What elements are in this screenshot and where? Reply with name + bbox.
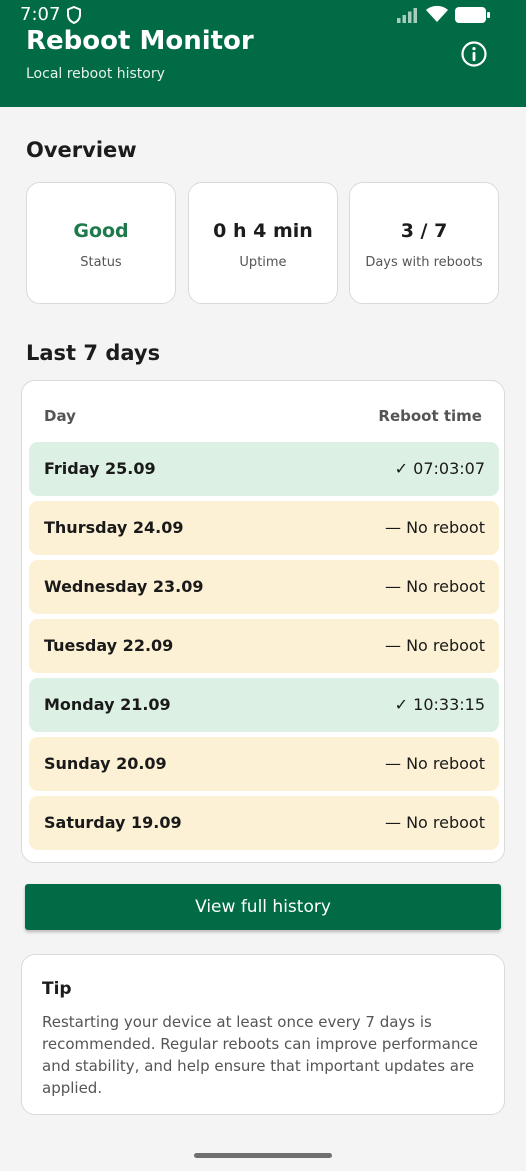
days-table-header: Day Reboot time bbox=[44, 407, 482, 425]
last-days-title: Last 7 days bbox=[26, 341, 161, 365]
wifi-icon bbox=[426, 5, 448, 22]
app-header: 7:07 Reboot Monitor Local reboot history bbox=[0, 0, 526, 107]
column-reboot-time: Reboot time bbox=[378, 407, 482, 425]
table-row: Monday 21.09 ✓ 10:33:15 bbox=[29, 678, 499, 732]
reboot-days-value: 3 / 7 bbox=[400, 220, 448, 242]
status-time: 7:07 bbox=[20, 4, 61, 25]
table-row: Sunday 20.09 — No reboot bbox=[29, 737, 499, 791]
signal-icon bbox=[397, 8, 417, 23]
app-title: Reboot Monitor bbox=[26, 26, 254, 56]
uptime-card: 0 h 4 min Uptime bbox=[188, 182, 338, 304]
status-card: Good Status bbox=[26, 182, 176, 304]
info-icon[interactable] bbox=[460, 40, 488, 68]
status-value: Good bbox=[73, 220, 129, 242]
table-row: Thursday 24.09 — No reboot bbox=[29, 501, 499, 555]
day-name: Friday 25.09 bbox=[44, 459, 156, 478]
reboot-time: ✓ 07:03:07 bbox=[394, 459, 485, 478]
tip-card: Tip Restarting your device at least once… bbox=[21, 954, 505, 1115]
uptime-label: Uptime bbox=[239, 255, 287, 270]
reboot-time: — No reboot bbox=[384, 518, 485, 537]
reboot-time: — No reboot bbox=[384, 754, 485, 773]
day-name: Sunday 20.09 bbox=[44, 754, 167, 773]
day-name: Wednesday 23.09 bbox=[44, 577, 204, 596]
reboot-days-card: 3 / 7 Days with reboots bbox=[349, 182, 499, 304]
battery-icon bbox=[455, 7, 490, 23]
reboot-time: — No reboot bbox=[384, 636, 485, 655]
day-name: Monday 21.09 bbox=[44, 695, 171, 714]
home-indicator[interactable] bbox=[194, 1153, 332, 1158]
view-full-history-button[interactable]: View full history bbox=[25, 884, 501, 930]
reboot-days-label: Days with reboots bbox=[365, 255, 483, 270]
reboot-time: ✓ 10:33:15 bbox=[394, 695, 485, 714]
reboot-time: — No reboot bbox=[384, 577, 485, 596]
table-row: Tuesday 22.09 — No reboot bbox=[29, 619, 499, 673]
day-name: Saturday 19.09 bbox=[44, 813, 182, 832]
shield-icon bbox=[67, 6, 81, 24]
days-table: Day Reboot time Friday 25.09 ✓ 07:03:07 … bbox=[21, 380, 505, 863]
uptime-value: 0 h 4 min bbox=[213, 220, 313, 242]
status-label: Status bbox=[80, 255, 122, 270]
column-day: Day bbox=[44, 407, 76, 425]
day-name: Tuesday 22.09 bbox=[44, 636, 174, 655]
reboot-time: — No reboot bbox=[384, 813, 485, 832]
app-subtitle: Local reboot history bbox=[26, 66, 165, 82]
overview-title: Overview bbox=[26, 138, 137, 162]
table-row: Saturday 19.09 — No reboot bbox=[29, 796, 499, 850]
table-row: Friday 25.09 ✓ 07:03:07 bbox=[29, 442, 499, 496]
table-row: Wednesday 23.09 — No reboot bbox=[29, 560, 499, 614]
tip-text: Restarting your device at least once eve… bbox=[42, 1013, 478, 1097]
tip-title: Tip bbox=[42, 979, 72, 999]
day-name: Thursday 24.09 bbox=[44, 518, 184, 537]
